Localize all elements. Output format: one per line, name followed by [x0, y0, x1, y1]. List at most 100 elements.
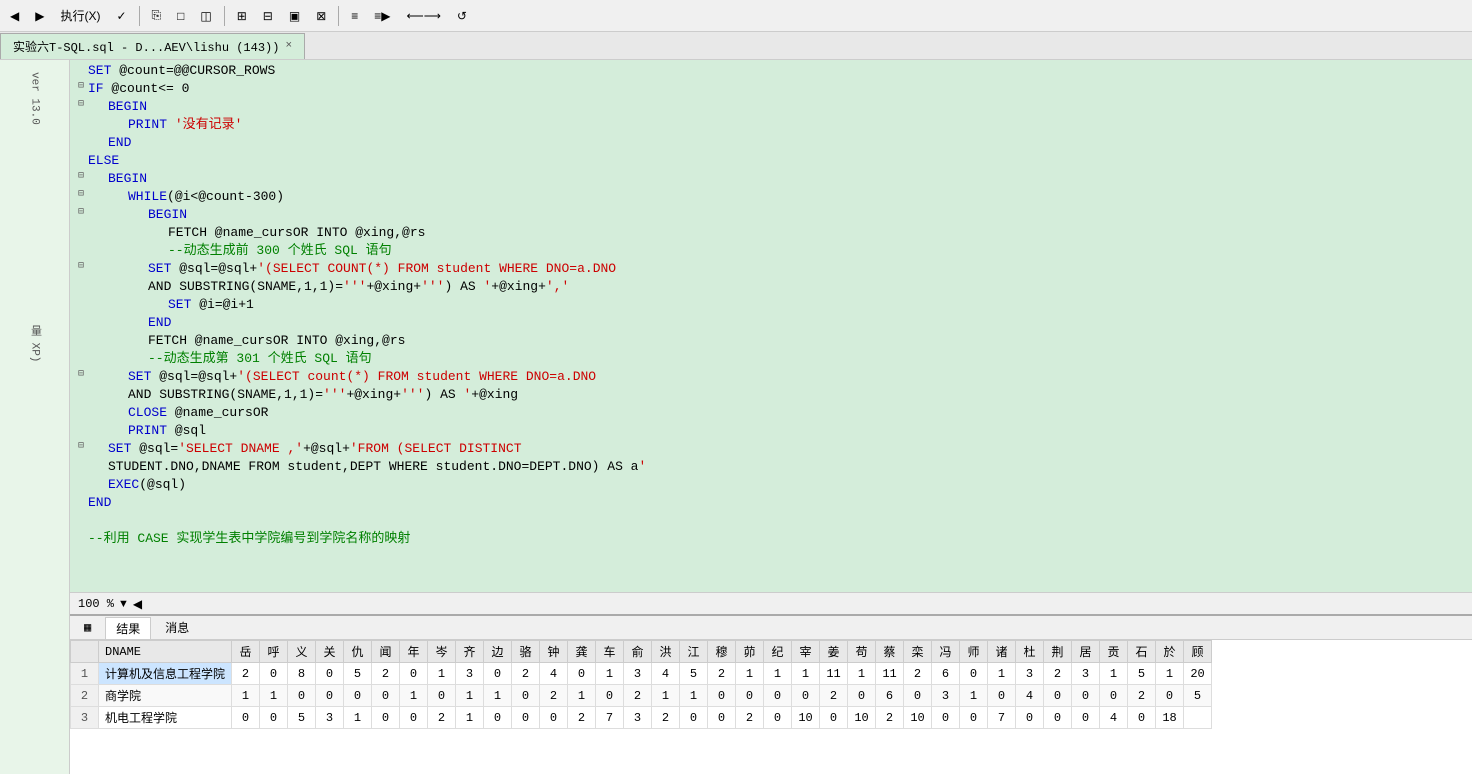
col-header-gong: 龚 — [568, 641, 596, 663]
cell-value: 0 — [708, 707, 736, 729]
box-btn[interactable]: ▣ — [283, 7, 306, 25]
align2-btn[interactable]: ≡▶ — [368, 7, 396, 25]
arrow-btn[interactable]: ⟵⟶ — [401, 7, 447, 25]
cell-value: 1 — [568, 685, 596, 707]
col-header-empty — [71, 641, 99, 663]
fold-3[interactable]: ⊟ — [74, 98, 88, 110]
results-tab-results[interactable]: 结果 — [105, 617, 151, 639]
cell-value: 1 — [456, 707, 484, 729]
check-btn[interactable]: ✓ — [110, 7, 132, 25]
cross-btn[interactable]: ⊠ — [310, 7, 332, 25]
results-content[interactable]: DNAME 岳 呼 义 关 仇 闻 年 岑 齐 边 骆 钟 — [70, 640, 1472, 774]
fold-18[interactable]: ⊟ — [74, 368, 88, 380]
cell-value: 2 — [372, 663, 400, 685]
cell-value: 1 — [596, 663, 624, 685]
zoom-dropdown[interactable]: ▼ — [118, 598, 129, 610]
row-number: 3 — [71, 707, 99, 729]
fold-7[interactable]: ⊟ — [74, 170, 88, 182]
cell-value: 0 — [596, 685, 624, 707]
cell-value: 2 — [904, 663, 932, 685]
cell-value: 0 — [1072, 707, 1100, 729]
cell-value: 1 — [428, 663, 456, 685]
col-header-luan: 栾 — [904, 641, 932, 663]
cell-value: 2 — [512, 663, 540, 685]
cell-value: 0 — [792, 685, 820, 707]
zoom-left-arrow[interactable]: ◀ — [133, 597, 142, 611]
split-btn[interactable]: ◫ — [194, 7, 217, 25]
cell-value: 0 — [512, 685, 540, 707]
col-header-zhu: 诸 — [988, 641, 1016, 663]
editor-tab[interactable]: 实验六T-SQL.sql - D...AEV\lishu (143)) × — [0, 33, 305, 59]
minus-btn[interactable]: ⊟ — [257, 7, 279, 25]
cell-value: 2 — [568, 707, 596, 729]
cell-value: 5 — [1184, 685, 1212, 707]
code-line-5: END — [70, 134, 1472, 152]
col-header-feng: 冯 — [932, 641, 960, 663]
toolbar: ◀ ▶ 执行(X) ✓ ⎘ □ ◫ ⊞ ⊟ ▣ ⊠ ≡ ≡▶ ⟵⟶ ↺ — [0, 0, 1472, 32]
refresh-btn[interactable]: ↺ — [451, 7, 473, 25]
cell-value: 3 — [1016, 663, 1044, 685]
table-row: 3机电工程学院005310021000273200201001021000700… — [71, 707, 1212, 729]
cell-value: 2 — [624, 685, 652, 707]
back-btn[interactable]: ◀ — [4, 7, 25, 25]
cell-value: 1 — [456, 685, 484, 707]
code-line-11: --动态生成前 300 个姓氏 SQL 语句 — [70, 242, 1472, 260]
cell-value: 1 — [736, 663, 764, 685]
col-header-yi: 义 — [288, 641, 316, 663]
col-header-gong2: 贡 — [1100, 641, 1128, 663]
cell-value: 2 — [232, 663, 260, 685]
fold-8[interactable]: ⊟ — [74, 188, 88, 200]
cell-value: 0 — [932, 707, 960, 729]
code-line-24: EXEC(@sql) — [70, 476, 1472, 494]
align-btn[interactable]: ≡ — [345, 7, 364, 25]
code-line-4: PRINT '没有记录' — [70, 116, 1472, 134]
cell-value: 0 — [568, 663, 596, 685]
col-header-jing: 荆 — [1044, 641, 1072, 663]
cell-value: 1 — [764, 663, 792, 685]
messages-tab-label: 消息 — [165, 619, 189, 636]
cell-value: 8 — [288, 663, 316, 685]
copy-btn[interactable]: ⎘ — [146, 6, 168, 25]
separator1 — [139, 6, 140, 26]
cell-value: 10 — [792, 707, 820, 729]
code-line-19: AND SUBSTRING(SNAME,1,1)='''+@xing+''') … — [70, 386, 1472, 404]
cell-value: 20 — [1184, 663, 1212, 685]
table-row: 1计算机及信息工程学院20805201302401345211111111260… — [71, 663, 1212, 685]
tab-close-btn[interactable]: × — [285, 40, 292, 52]
col-header-zai: 宰 — [792, 641, 820, 663]
col-header-wen: 闻 — [372, 641, 400, 663]
code-panel[interactable]: SET @count=@@CURSOR_ROWS ⊟ IF @count<= 0… — [70, 60, 1472, 592]
col-header-shi: 师 — [960, 641, 988, 663]
cell-value: 0 — [960, 707, 988, 729]
cell-value: 0 — [1156, 685, 1184, 707]
fold-2[interactable]: ⊟ — [74, 80, 88, 92]
cell-value: 2 — [1044, 663, 1072, 685]
separator3 — [338, 6, 339, 26]
fold-12[interactable]: ⊟ — [74, 260, 88, 272]
sq-btn[interactable]: □ — [171, 7, 190, 25]
cell-value: 0 — [848, 685, 876, 707]
code-line-20: CLOSE @name_cursOR — [70, 404, 1472, 422]
cell-value: 5 — [1128, 663, 1156, 685]
col-header-qi: 齐 — [456, 641, 484, 663]
fold-22[interactable]: ⊟ — [74, 440, 88, 452]
zoom-level: 100 % — [78, 597, 114, 611]
col-header-du: 杜 — [1016, 641, 1044, 663]
results-tab-messages[interactable]: 消息 — [155, 617, 199, 638]
forward-btn[interactable]: ▶ — [29, 7, 50, 25]
cell-value: 5 — [288, 707, 316, 729]
fold-9[interactable]: ⊟ — [74, 206, 88, 218]
cell-value: 11 — [820, 663, 848, 685]
separator2 — [224, 6, 225, 26]
execute-btn[interactable]: 执行(X) — [54, 5, 106, 26]
code-line-17: --动态生成第 301 个姓氏 SQL 语句 — [70, 350, 1472, 368]
cell-value: 0 — [372, 685, 400, 707]
row-number: 1 — [71, 663, 99, 685]
cell-value: 2 — [1128, 685, 1156, 707]
code-line-14: SET @i=@i+1 — [70, 296, 1472, 314]
grid-btn[interactable]: ⊞ — [231, 7, 253, 25]
cell-value: 0 — [400, 663, 428, 685]
cell-value: 0 — [904, 685, 932, 707]
cell-value: 0 — [736, 685, 764, 707]
results-table: DNAME 岳 呼 义 关 仇 闻 年 岑 齐 边 骆 钟 — [70, 640, 1212, 729]
